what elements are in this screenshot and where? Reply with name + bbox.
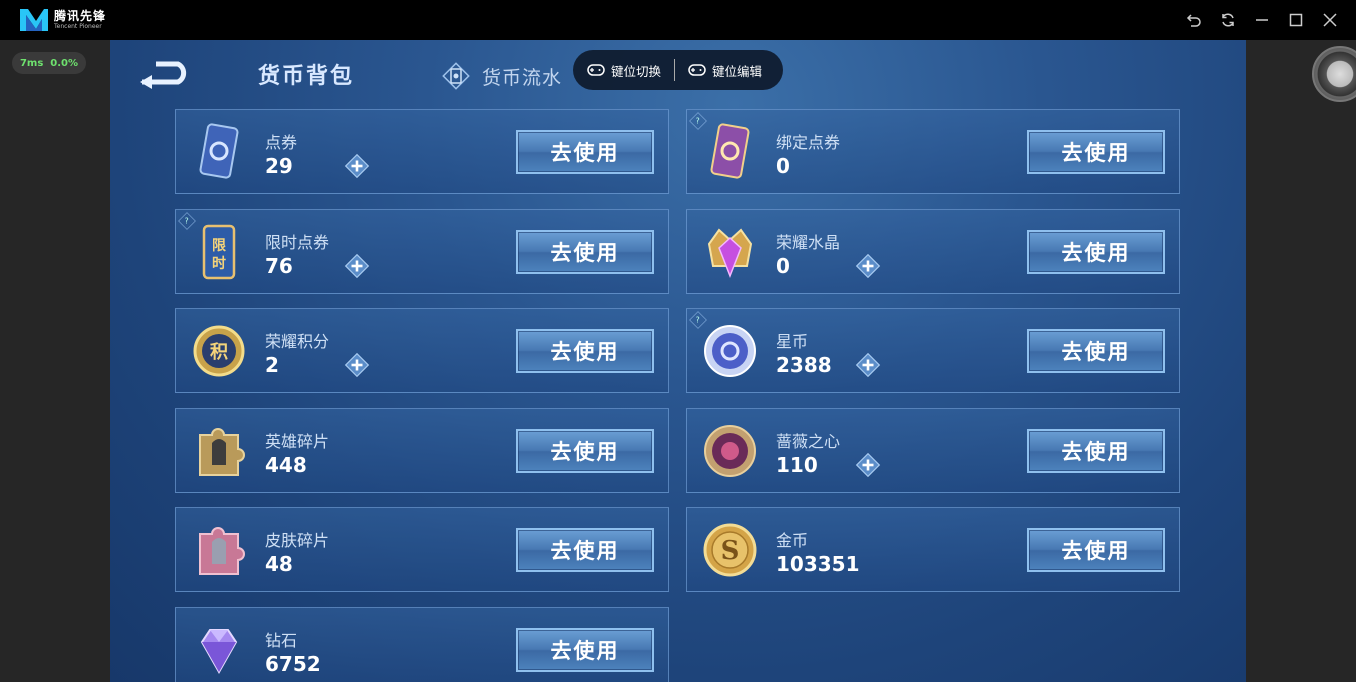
use-button[interactable]: 去使用 (516, 130, 654, 174)
currency-amount: 2 (265, 353, 279, 377)
currency-name: 钻石 (265, 630, 298, 650)
currency-amount: 448 (265, 452, 307, 477)
star-coin-icon (701, 321, 759, 381)
currency-name: 蔷薇之心 (776, 431, 841, 451)
glory-points-icon: 积 (190, 321, 248, 381)
divider (674, 59, 676, 81)
help-mark: ? (184, 215, 190, 226)
currency-amount: 6752 (265, 651, 321, 676)
use-button[interactable]: 去使用 (516, 627, 654, 672)
tab-currency-flow-label: 货币流水 (482, 66, 563, 89)
key-edit-label: 键位编辑 (712, 63, 763, 79)
svg-text:限: 限 (212, 238, 226, 254)
maximize-icon[interactable] (1286, 10, 1306, 30)
currency-card: 英雄碎片 448 去使用 (175, 407, 669, 493)
currency-amount: 48 (265, 552, 293, 576)
coupon-icon (190, 122, 248, 182)
currency-amount: 76 (265, 253, 293, 278)
currency-name: 星币 (776, 332, 809, 351)
limited-coupon-icon: 限时 (190, 222, 248, 282)
currency-card: ? 星币 2388 去使用 (686, 308, 1180, 393)
gold-coin-icon: S (701, 520, 759, 580)
logo-en-text: Tencent Pioneer (54, 23, 102, 30)
gamepad-icon (688, 64, 706, 76)
use-button[interactable]: 去使用 (516, 428, 654, 473)
glory-crystal-icon (701, 222, 759, 282)
minimize-icon[interactable] (1252, 10, 1272, 30)
app-logo-icon (20, 9, 48, 31)
game-screen: 货币背包 货币流水 键位切换 键位编辑 点券 29 去使用? 限时限时点券 76 去使用积… (110, 40, 1246, 682)
currency-amount: 2388 (776, 353, 832, 377)
currency-name: 荣耀水晶 (776, 232, 841, 252)
flow-diamond-icon (442, 62, 470, 90)
currency-card: ? 绑定点券 0 去使用 (686, 109, 1180, 194)
key-switch-label: 键位切换 (611, 63, 662, 79)
add-currency-button[interactable] (344, 352, 370, 378)
key-edit-button[interactable]: 键位编辑 (684, 61, 766, 80)
hero-fragment-icon (190, 421, 248, 481)
key-switch-button[interactable]: 键位切换 (583, 61, 665, 80)
currency-amount: 29 (265, 154, 293, 178)
close-icon[interactable] (1320, 10, 1340, 30)
refresh-icon[interactable] (1218, 10, 1238, 30)
currency-card: 荣耀水晶 0 去使用 (686, 208, 1180, 294)
currency-amount: 0 (776, 154, 790, 178)
add-currency-button[interactable] (855, 253, 881, 279)
undo-icon[interactable] (1184, 10, 1204, 30)
svg-text:S: S (721, 536, 740, 566)
use-button[interactable]: 去使用 (1027, 329, 1165, 373)
right-side-panel (1246, 40, 1356, 682)
use-button[interactable]: 去使用 (516, 329, 654, 373)
currency-name: 限时点券 (265, 232, 330, 252)
page-title: 货币背包 (258, 64, 355, 89)
add-currency-button[interactable] (855, 452, 881, 478)
currency-name: 金币 (776, 531, 809, 550)
currency-name: 荣耀积分 (265, 332, 330, 351)
latency-badge: 7ms 0.0% (12, 52, 86, 74)
currency-card: ? 限时限时点券 76 去使用 (175, 208, 669, 294)
currency-name: 点券 (265, 133, 298, 152)
currency-card: 钻石 6752 去使用 (175, 606, 669, 682)
title-bar: 腾讯先锋 Tencent Pioneer (0, 0, 1356, 40)
currency-amount: 103351 (776, 552, 860, 576)
app-logo: 腾讯先锋 Tencent Pioneer (18, 6, 108, 34)
currency-amount: 110 (776, 452, 818, 477)
logo-cn-text: 腾讯先锋 (54, 9, 107, 23)
diamond-icon (190, 620, 248, 680)
use-button[interactable]: 去使用 (1027, 229, 1165, 274)
use-button[interactable]: 去使用 (1027, 130, 1165, 174)
currency-card: 皮肤碎片 48 去使用 (175, 507, 669, 592)
currency-card: 积 荣耀积分 2 去使用 (175, 308, 669, 393)
tab-currency-flow[interactable]: 货币流水 (440, 60, 562, 92)
currency-card: 点券 29 去使用 (175, 109, 669, 194)
bound-coupon-icon (701, 122, 759, 182)
currency-card: S 金币 103351 去使用 (686, 507, 1180, 592)
latency-ms: 7ms (19, 57, 44, 69)
svg-text:时: 时 (212, 255, 226, 272)
use-button[interactable]: 去使用 (516, 528, 654, 572)
add-currency-button[interactable] (855, 352, 881, 378)
currency-amount: 0 (776, 253, 790, 278)
currency-name: 绑定点券 (776, 133, 841, 152)
help-mark: ? (695, 315, 701, 325)
key-mapping-bar: 键位切换 键位编辑 (573, 50, 783, 90)
svg-text:积: 积 (210, 342, 228, 363)
packet-loss: 0.0% (50, 57, 79, 69)
left-side-panel (0, 40, 110, 682)
back-arrow-icon[interactable] (138, 58, 198, 92)
currency-name: 皮肤碎片 (265, 531, 330, 550)
add-currency-button[interactable] (344, 153, 370, 179)
add-currency-button[interactable] (344, 253, 370, 279)
use-button[interactable]: 去使用 (1027, 428, 1165, 473)
rose-heart-icon (701, 421, 759, 481)
help-mark: ? (695, 116, 701, 126)
use-button[interactable]: 去使用 (516, 229, 654, 274)
skin-fragment-icon (190, 520, 248, 580)
currency-name: 英雄碎片 (265, 431, 330, 451)
currency-card: 蔷薇之心 110 去使用 (686, 407, 1180, 493)
use-button[interactable]: 去使用 (1027, 528, 1165, 572)
gamepad-icon (587, 64, 605, 76)
